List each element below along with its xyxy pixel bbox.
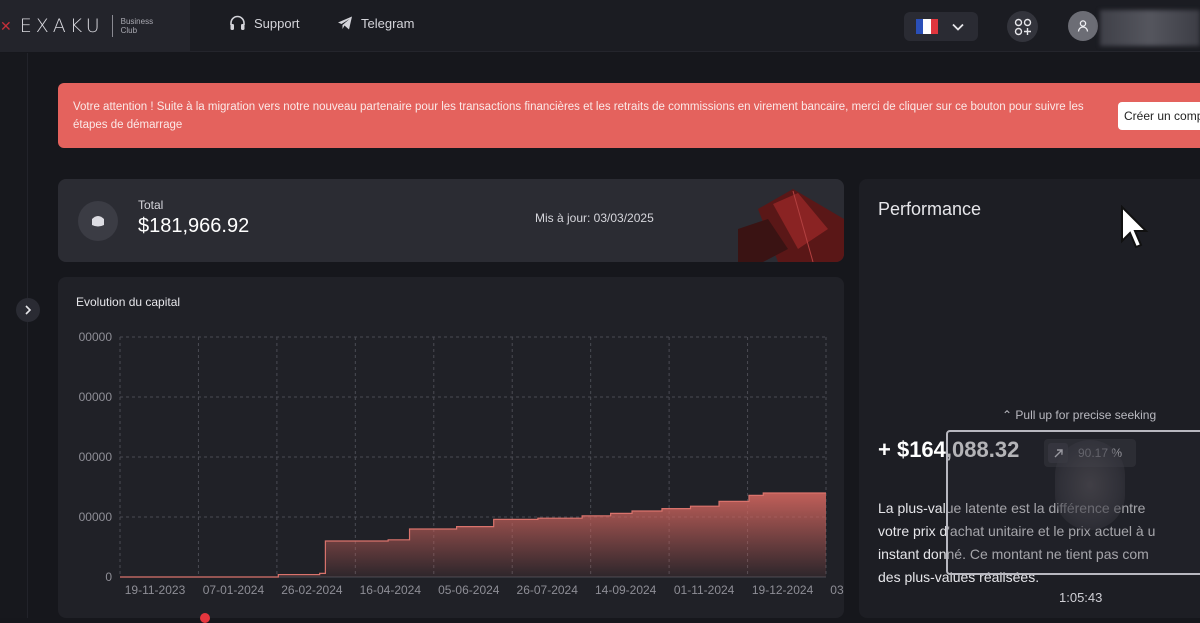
total-value: $181,966.92 [138,215,250,237]
x-tick-label: 01-11-2024 [674,583,735,597]
logo-subtitle-line2: Club [120,26,138,35]
top-bar: ✕ EXAKU Business Club Support Telegram [0,0,1200,52]
x-tick-label: 16-04-2024 [360,583,422,597]
y-tick-label: 00000 [79,330,113,344]
y-tick-label: 00000 [79,510,113,524]
x-tick-label: 26-02-2024 [281,583,343,597]
chevron-down-icon [952,23,964,31]
chevron-right-icon [25,305,32,315]
user-name-blurred[interactable] [1100,10,1200,46]
capital-chart-card: Evolution du capital 0 00000 00000 00000 000… [58,277,844,618]
x-tick-label: 07-01-2024 [203,583,265,597]
seek-preview-frame[interactable] [946,430,1200,575]
x-tick-label: 19-12-2024 [752,583,814,597]
telegram-icon [338,16,352,30]
x-tick-label: 19-11-2023 [125,583,186,597]
wallet-icon [78,201,118,241]
alert-message: Votre attention ! Suite à la migration v… [73,101,1084,131]
apps-add-icon [1014,18,1031,35]
performance-title: Performance [878,199,982,219]
decorative-crystal-image [738,189,844,262]
avatar[interactable] [1068,11,1098,41]
y-tick-label: 0 [105,570,112,584]
create-account-button[interactable]: Créer un compte [1118,102,1200,130]
logo-divider [111,15,113,37]
apps-add-button[interactable] [1007,11,1038,42]
progress-marker [200,613,210,623]
france-flag-icon [916,19,938,34]
nav-telegram[interactable]: Telegram [337,15,414,31]
last-updated: Mis à jour: 03/03/2025 [535,211,654,225]
nav-telegram-label: Telegram [361,15,415,31]
sidebar [0,53,28,618]
logo-text: EXAKU [19,15,104,37]
logo[interactable]: ✕ EXAKU Business Club [0,0,190,52]
total-card: Total $181,966.92 Mis à jour: 03/03/2025 [58,179,844,262]
mouse-cursor-icon [1121,205,1149,249]
total-label: Total [138,198,164,212]
logo-subtitle-line1: Business [120,17,154,26]
x-tick-label: 03-03-2025 [830,583,844,597]
logo-mark-icon: ✕ [0,17,12,34]
x-tick-label: 05-06-2024 [438,583,500,597]
double-chevron-up-icon: ⌃ [1002,408,1013,422]
migration-alert: Votre attention ! Suite à la migration v… [58,83,1200,148]
nav-support[interactable]: Support [229,15,300,32]
sidebar-toggle-button[interactable] [16,298,40,322]
y-tick-label: 00000 [79,450,113,464]
pull-up-hint-text: Pull up for precise seeking [1015,408,1157,422]
capital-chart: 00000000000000000000019-11-2023 07-01-202… [79,330,844,597]
pull-up-hint: ⌃ Pull up for precise seeking [1002,408,1156,422]
nav-support-label: Support [254,16,300,31]
capital-area [120,493,826,577]
logo-subtitle: Business Club [121,17,153,35]
x-tick-label: 26-07-2024 [517,583,579,597]
headset-icon [230,15,245,30]
user-icon [1077,20,1089,32]
x-tick-label: 14-09-2024 [595,583,657,597]
language-select[interactable] [904,12,978,41]
y-tick-label: 00000 [79,390,113,404]
video-timestamp: 1:05:43 [1059,590,1103,605]
